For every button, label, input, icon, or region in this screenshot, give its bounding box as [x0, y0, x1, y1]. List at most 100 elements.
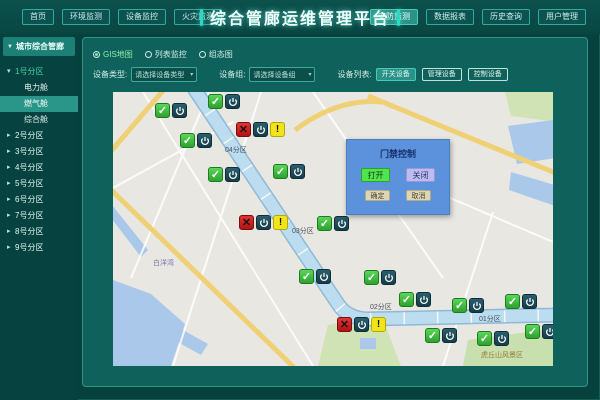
- power-icon[interactable]: [253, 122, 268, 137]
- device-marker[interactable]: [239, 215, 288, 230]
- door-close-button[interactable]: 关闭: [406, 168, 435, 182]
- map-canvas[interactable]: 04分区03分区02分区01分区 白洋湾虎丘山风景区: [113, 92, 553, 366]
- device-marker[interactable]: [505, 294, 537, 309]
- view-mode-radio[interactable]: 列表监控: [145, 49, 187, 60]
- sidebar-item[interactable]: 4号分区: [0, 160, 78, 176]
- view-mode-radio-group: GIS地图 列表监控 组态图: [93, 49, 587, 60]
- device-status-icon[interactable]: [425, 328, 440, 343]
- device-marker[interactable]: [208, 167, 240, 182]
- power-icon[interactable]: [225, 167, 240, 182]
- power-icon[interactable]: [469, 298, 484, 313]
- warning-icon[interactable]: [273, 215, 288, 230]
- header-nav-left: 首页环境监测设备监控火灾监测: [22, 9, 222, 25]
- header-nav-button[interactable]: 首页: [22, 9, 54, 25]
- device-marker[interactable]: [477, 331, 509, 346]
- ok-button[interactable]: 确定: [365, 190, 390, 201]
- app-header: 首页环境监测设备监控火灾监测 综合管廊运维管理平台 安防监测数据报表历史查询用户…: [0, 0, 600, 34]
- device-marker[interactable]: [273, 164, 305, 179]
- warning-icon[interactable]: [371, 317, 386, 332]
- device-marker[interactable]: [236, 122, 285, 137]
- view-mode-radio[interactable]: GIS地图: [93, 49, 133, 60]
- power-icon[interactable]: [316, 269, 331, 284]
- radio-icon: [93, 51, 100, 58]
- device-marker[interactable]: [299, 269, 331, 284]
- power-icon[interactable]: [225, 94, 240, 109]
- cancel-button[interactable]: 取消: [406, 190, 431, 201]
- device-status-icon[interactable]: [299, 269, 314, 284]
- sidebar-item[interactable]: 电力舱: [0, 80, 78, 96]
- sidebar-item[interactable]: 2号分区: [0, 128, 78, 144]
- device-marker[interactable]: [452, 298, 484, 313]
- device-status-icon[interactable]: [317, 216, 332, 231]
- device-status-icon[interactable]: [208, 94, 223, 109]
- device-status-icon[interactable]: [525, 324, 540, 339]
- power-icon[interactable]: [416, 292, 431, 307]
- device-type-select[interactable]: 请选择设备类型 ▾: [131, 67, 197, 82]
- sidebar-item[interactable]: 3号分区: [0, 144, 78, 160]
- header-nav-button[interactable]: 用户管理: [538, 9, 586, 25]
- caret-down-icon: ▼: [7, 44, 13, 50]
- device-marker[interactable]: [180, 133, 212, 148]
- device-marker[interactable]: [155, 103, 187, 118]
- power-icon[interactable]: [290, 164, 305, 179]
- warning-icon[interactable]: [270, 122, 285, 137]
- power-icon[interactable]: [522, 294, 537, 309]
- header-nav-button[interactable]: 环境监测: [62, 9, 110, 25]
- device-list-label: 设备列表:: [337, 69, 371, 80]
- power-icon[interactable]: [381, 270, 396, 285]
- device-status-icon[interactable]: [236, 122, 251, 137]
- sidebar-item[interactable]: 燃气舱: [0, 96, 78, 112]
- radio-label: 列表监控: [155, 49, 187, 60]
- device-list-chip[interactable]: 开关设备: [376, 68, 416, 81]
- device-status-icon[interactable]: [273, 164, 288, 179]
- device-status-icon[interactable]: [239, 215, 254, 230]
- device-marker[interactable]: [208, 94, 240, 109]
- device-marker[interactable]: [425, 328, 457, 343]
- dialog-action-row: 打开 关闭: [347, 168, 449, 182]
- power-icon[interactable]: [542, 324, 553, 339]
- power-icon[interactable]: [442, 328, 457, 343]
- page-title: 综合管廊运维管理平台: [210, 5, 390, 29]
- sidebar-item[interactable]: 8号分区: [0, 224, 78, 240]
- device-group-select[interactable]: 请选择设备组 ▾: [249, 67, 315, 82]
- power-icon[interactable]: [197, 133, 212, 148]
- sidebar-item[interactable]: 9号分区: [0, 240, 78, 256]
- chevron-down-icon: ▾: [190, 71, 193, 78]
- device-status-icon[interactable]: [477, 331, 492, 346]
- device-status-icon[interactable]: [180, 133, 195, 148]
- sidebar-item[interactable]: 5号分区: [0, 176, 78, 192]
- power-icon[interactable]: [334, 216, 349, 231]
- sidebar-item[interactable]: 7号分区: [0, 208, 78, 224]
- sidebar: ▼ 城市综合管廊 1号分区电力舱燃气舱综合舱2号分区3号分区4号分区5号分区6号…: [0, 34, 78, 400]
- sidebar-item[interactable]: 1号分区: [0, 64, 78, 80]
- sidebar-item[interactable]: 6号分区: [0, 192, 78, 208]
- place-label: 白洋湾: [153, 258, 174, 268]
- device-list-chip[interactable]: 管理设备: [422, 68, 462, 81]
- device-list-buttons: 开关设备管理设备控制设备: [376, 68, 508, 81]
- header-nav-button[interactable]: 历史查询: [482, 9, 530, 25]
- device-marker[interactable]: [317, 216, 349, 231]
- power-icon[interactable]: [172, 103, 187, 118]
- device-status-icon[interactable]: [364, 270, 379, 285]
- device-status-icon[interactable]: [155, 103, 170, 118]
- device-list-chip[interactable]: 控制设备: [468, 68, 508, 81]
- device-status-icon[interactable]: [505, 294, 520, 309]
- view-mode-radio[interactable]: 组态图: [199, 49, 233, 60]
- sidebar-item[interactable]: 综合舱: [0, 112, 78, 128]
- device-marker[interactable]: [337, 317, 386, 332]
- power-icon[interactable]: [256, 215, 271, 230]
- sidebar-root-node[interactable]: ▼ 城市综合管廊: [3, 37, 75, 56]
- power-icon[interactable]: [354, 317, 369, 332]
- power-icon[interactable]: [494, 331, 509, 346]
- title-accent-bar-right: [397, 9, 400, 26]
- device-marker[interactable]: [525, 324, 553, 339]
- header-nav-button[interactable]: 设备监控: [118, 9, 166, 25]
- door-open-button[interactable]: 打开: [361, 168, 390, 182]
- device-status-icon[interactable]: [337, 317, 352, 332]
- header-nav-button[interactable]: 数据报表: [426, 9, 474, 25]
- device-status-icon[interactable]: [399, 292, 414, 307]
- device-status-icon[interactable]: [208, 167, 223, 182]
- device-marker[interactable]: [364, 270, 396, 285]
- device-marker[interactable]: [399, 292, 431, 307]
- device-status-icon[interactable]: [452, 298, 467, 313]
